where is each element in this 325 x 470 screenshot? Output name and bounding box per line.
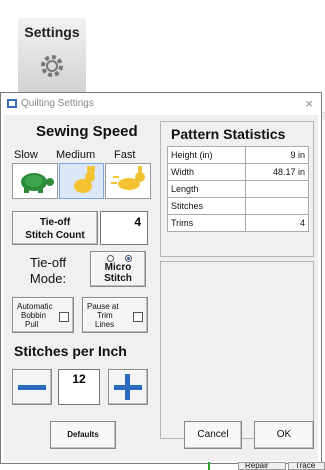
stat-label: Height (in) (166, 146, 247, 164)
ok-button[interactable]: OK (254, 421, 314, 449)
table-row: Height (in) 9 in (166, 146, 309, 164)
table-row: Stitches (166, 197, 309, 215)
tieoff-mode-label: Tie-off Mode: (12, 255, 84, 287)
settings-button[interactable]: Settings (18, 18, 86, 100)
speed-label-slow: Slow (14, 149, 38, 161)
increase-spi-button[interactable] (108, 369, 148, 405)
minus-icon (18, 385, 46, 390)
radio-option-1[interactable] (107, 255, 114, 262)
tieoff-button-label-line2: Stitch Count (25, 230, 85, 241)
automatic-bobbin-pull-checkbox[interactable] (59, 312, 69, 322)
tieoff-mode-label-line2: Mode: (29, 271, 67, 286)
dialog-title: Quilting Settings (21, 98, 94, 109)
table-row: Trims 4 (166, 214, 309, 232)
gear-icon (41, 55, 63, 77)
speed-medium-button[interactable] (58, 163, 105, 199)
decrease-spi-button[interactable] (12, 369, 52, 405)
speed-fast-button[interactable] (105, 163, 152, 199)
close-icon[interactable]: × (305, 96, 313, 111)
sewing-speed-heading: Sewing Speed (36, 123, 138, 140)
rabbit-icon (73, 166, 95, 193)
app-icon (7, 99, 17, 108)
background-green-line (208, 462, 210, 470)
pattern-statistics-panel: Pattern Statistics Height (in) 9 in Widt… (160, 121, 314, 257)
background-tab-repair[interactable]: Repair (238, 462, 286, 470)
pause-at-trim-lines-option[interactable]: Pause at Trim Lines (82, 297, 148, 333)
stat-value: 48.17 in (245, 163, 309, 181)
stat-label: Width (166, 163, 247, 181)
speed-label-fast: Fast (114, 149, 136, 161)
radio-option-2-selected[interactable] (125, 255, 132, 262)
turtle-icon (21, 173, 54, 193)
table-row: Length (166, 180, 309, 198)
automatic-bobbin-pull-option[interactable]: Automatic Bobbin Pull (12, 297, 74, 333)
pause-at-trim-lines-checkbox[interactable] (133, 312, 143, 322)
stat-value: 9 in (245, 146, 309, 164)
dialog-titlebar: Quilting Settings × (1, 93, 321, 115)
micro-stitch-button[interactable]: Micro Stitch (90, 251, 146, 287)
micro-stitch-line2: Stitch (104, 273, 132, 284)
speed-selector (12, 163, 152, 199)
micro-stitch-line1: Micro (104, 262, 132, 273)
table-row: Width 48.17 in (166, 163, 309, 181)
stat-label: Length (166, 180, 247, 198)
stat-value (245, 180, 309, 198)
stitches-per-inch-heading: Stitches per Inch (14, 343, 127, 359)
speed-slow-button[interactable] (12, 163, 58, 199)
pattern-statistics-heading: Pattern Statistics (171, 126, 286, 142)
tieoff-button-label-line1: Tie-off (39, 217, 71, 228)
pattern-statistics-table: Height (in) 9 in Width 48.17 in Length S… (166, 146, 309, 232)
speed-label-medium: Medium (56, 149, 96, 161)
settings-label: Settings (24, 24, 80, 40)
auto-bobbin-line1: Automatic (17, 302, 53, 311)
tieoff-count-field[interactable]: 4 (100, 211, 148, 245)
tieoff-mode-label-line1: Tie-off (29, 255, 67, 270)
defaults-button[interactable]: Defaults (50, 421, 116, 449)
plus-icon-vertical (125, 374, 130, 400)
tieoff-stitch-count-button[interactable]: Tie-off Stitch Count (12, 211, 98, 245)
background-tab-trace[interactable]: Trace (288, 462, 325, 470)
stat-label: Stitches (166, 197, 247, 215)
stat-label: Trims (166, 214, 247, 232)
quilting-settings-dialog: Quilting Settings × Sewing Speed Slow Me… (0, 92, 322, 464)
running-rabbit-icon (111, 166, 146, 190)
stat-value (245, 197, 309, 215)
cancel-button[interactable]: Cancel (184, 421, 242, 449)
stitches-per-inch-field[interactable]: 12 (58, 369, 100, 405)
preview-panel (160, 261, 314, 439)
pause-trim-line1: Pause at (87, 302, 119, 311)
stat-value: 4 (245, 214, 309, 232)
dialog-client-area: Sewing Speed Slow Medium Fast Tie-off St… (4, 115, 318, 461)
